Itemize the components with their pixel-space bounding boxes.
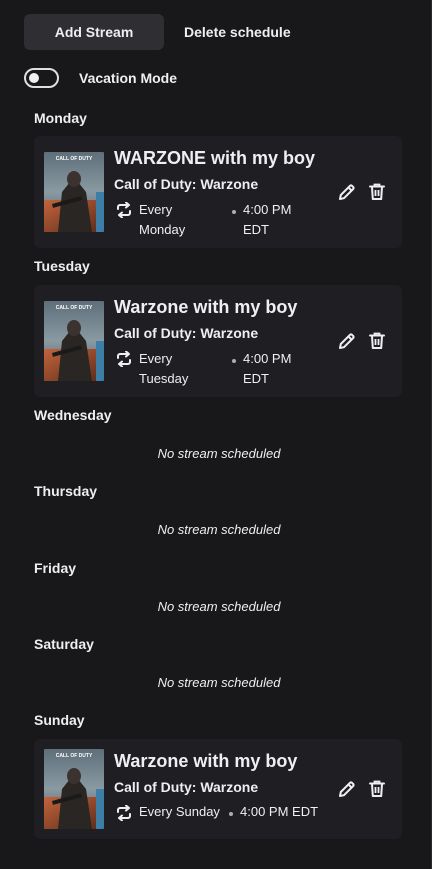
stream-card-sunday[interactable]: CALL OF DUTY Warzone with my boy Call of… <box>34 739 402 839</box>
day-heading-tuesday: Tuesday <box>34 258 90 274</box>
stream-time: 4:00 PM EDT <box>243 349 313 389</box>
repeat-icon <box>117 805 131 821</box>
no-stream-message-friday: No stream scheduled <box>157 599 281 614</box>
recurrence-line-1: Every <box>139 351 173 366</box>
delete-schedule-button[interactable]: Delete schedule <box>184 24 291 40</box>
day-heading-wednesday: Wednesday <box>34 407 112 423</box>
trash-icon <box>369 780 385 797</box>
day-heading-saturday: Saturday <box>34 636 94 652</box>
separator-dot <box>232 359 236 363</box>
repeat-icon <box>117 202 131 218</box>
recurrence-line-1: Every <box>139 202 173 217</box>
pencil-icon <box>339 184 355 200</box>
stream-title: WARZONE with my boy <box>114 148 316 168</box>
separator-dot <box>229 812 233 816</box>
vacation-mode-label: Vacation Mode <box>79 70 178 86</box>
stream-card-tuesday[interactable]: CALL OF DUTY Warzone with my boy Call of… <box>34 285 402 397</box>
time-line-2: EDT <box>243 222 269 237</box>
recurrence-line-2: Monday <box>139 222 186 237</box>
stream-game: Call of Duty: Warzone <box>114 779 259 795</box>
edit-stream-button[interactable] <box>337 331 357 351</box>
delete-stream-button[interactable] <box>367 779 387 799</box>
stream-time: 4:00 PM EDT <box>240 804 319 819</box>
trash-icon <box>369 183 385 200</box>
game-cover-logo: CALL OF DUTY <box>56 305 93 311</box>
time-line-1: 4:00 PM <box>243 351 292 366</box>
no-stream-message-thursday: No stream scheduled <box>157 522 281 537</box>
game-cover-logo: CALL OF DUTY <box>56 753 93 759</box>
time-line-1: 4:00 PM <box>243 202 292 217</box>
vacation-mode-toggle[interactable] <box>24 68 59 88</box>
schedule-panel: Add Stream Delete schedule Vacation Mode… <box>0 0 432 869</box>
stream-recurrence: Every Tuesday <box>139 349 219 389</box>
toggle-knob <box>29 73 39 83</box>
game-cover-logo: CALL OF DUTY <box>56 156 93 162</box>
add-stream-button[interactable]: Add Stream <box>24 14 164 50</box>
time-line-2: EDT <box>243 371 269 386</box>
game-cover-image: CALL OF DUTY <box>44 152 104 232</box>
stream-recurrence: Every Sunday <box>139 804 220 819</box>
stream-card-monday[interactable]: CALL OF DUTY WARZONE with my boy Call of… <box>34 136 402 248</box>
game-cover-image: CALL OF DUTY <box>44 301 104 381</box>
stream-title: Warzone with my boy <box>114 297 298 317</box>
game-thumbnail: CALL OF DUTY <box>44 301 104 381</box>
stream-recurrence: Every Monday <box>139 200 219 240</box>
day-heading-thursday: Thursday <box>34 483 98 499</box>
stream-game: Call of Duty: Warzone <box>114 176 259 192</box>
recurrence-line-2: Tuesday <box>139 371 189 386</box>
game-cover-image: CALL OF DUTY <box>44 749 104 829</box>
repeat-icon <box>117 351 131 367</box>
game-thumbnail: CALL OF DUTY <box>44 152 104 232</box>
stream-time: 4:00 PM EDT <box>243 200 313 240</box>
separator-dot <box>232 210 236 214</box>
trash-icon <box>369 332 385 349</box>
edit-stream-button[interactable] <box>337 779 357 799</box>
day-heading-friday: Friday <box>34 560 77 576</box>
day-heading-sunday: Sunday <box>34 712 85 728</box>
delete-stream-button[interactable] <box>367 331 387 351</box>
day-heading-monday: Monday <box>34 110 87 126</box>
no-stream-message-saturday: No stream scheduled <box>157 675 281 690</box>
pencil-icon <box>339 333 355 349</box>
edit-stream-button[interactable] <box>337 182 357 202</box>
vacation-mode-row: Vacation Mode <box>24 68 177 88</box>
stream-title: Warzone with my boy <box>114 751 298 771</box>
game-thumbnail: CALL OF DUTY <box>44 749 104 829</box>
pencil-icon <box>339 781 355 797</box>
delete-stream-button[interactable] <box>367 182 387 202</box>
stream-game: Call of Duty: Warzone <box>114 325 259 341</box>
no-stream-message-wednesday: No stream scheduled <box>157 446 281 461</box>
schedule-toolbar: Add Stream Delete schedule <box>24 14 291 50</box>
